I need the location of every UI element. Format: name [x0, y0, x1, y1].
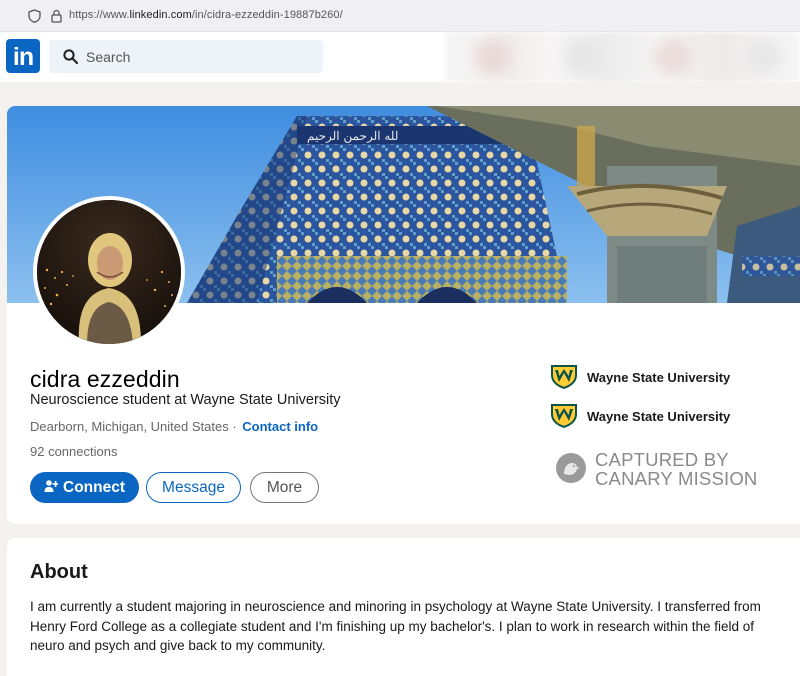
- linkedin-logo[interactable]: in: [6, 39, 40, 73]
- profile-headline: Neuroscience student at Wayne State Univ…: [30, 392, 341, 408]
- education-name: Wayne State University: [587, 370, 731, 385]
- connect-button[interactable]: Connect: [30, 472, 139, 503]
- top-navbar: in: [0, 32, 800, 82]
- connect-label: Connect: [63, 479, 125, 496]
- canary-mission-watermark: CAPTURED BY CANARY MISSION: [555, 448, 795, 488]
- about-section: About I am currently a student majoring …: [7, 538, 800, 676]
- profile-card: لله الرحمن الرحيم cidra ezzeddin Neurosc…: [7, 106, 800, 524]
- shield-icon[interactable]: [28, 9, 41, 23]
- url-domain: linkedin.com: [129, 9, 192, 21]
- blurred-nav-region: [444, 32, 800, 82]
- contact-info-link[interactable]: Contact info: [242, 419, 318, 434]
- about-title: About: [30, 561, 88, 583]
- wayne-state-logo-icon: [551, 404, 577, 428]
- url-prefix: https://www.: [69, 9, 130, 21]
- search-input[interactable]: [86, 40, 316, 73]
- url-text[interactable]: https://www.linkedin.com/in/cidra-ezzedd…: [69, 9, 343, 21]
- svg-text:لله الرحمن الرحيم: لله الرحمن الرحيم: [307, 129, 398, 143]
- browser-address-bar[interactable]: https://www.linkedin.com/in/cidra-ezzedd…: [0, 0, 800, 32]
- wayne-state-logo-icon: [551, 365, 577, 389]
- profile-name: cidra ezzeddin: [30, 366, 180, 392]
- watermark-line-1: CAPTURED BY: [595, 449, 729, 470]
- watermark-line-2: CANARY MISSION: [595, 468, 758, 489]
- avatar-photo: [37, 200, 181, 344]
- location-separator: ·: [228, 419, 241, 434]
- canary-bird-icon: [556, 453, 586, 483]
- search-icon: [63, 49, 78, 64]
- profile-avatar[interactable]: [33, 196, 185, 348]
- url-path: /in/cidra-ezzeddin-19887b260/: [191, 9, 343, 21]
- search-box[interactable]: [49, 40, 323, 73]
- profile-location: Dearborn, Michigan, United States: [30, 419, 229, 434]
- more-button[interactable]: More: [250, 472, 319, 503]
- add-person-icon: [44, 480, 58, 493]
- location-row: Dearborn, Michigan, United States · Cont…: [30, 419, 318, 434]
- lock-icon[interactable]: [51, 9, 62, 23]
- connections-count[interactable]: 92 connections: [30, 444, 117, 459]
- about-text: I am currently a student majoring in neu…: [30, 599, 761, 653]
- message-button[interactable]: Message: [146, 472, 241, 503]
- education-name: Wayne State University: [587, 409, 731, 424]
